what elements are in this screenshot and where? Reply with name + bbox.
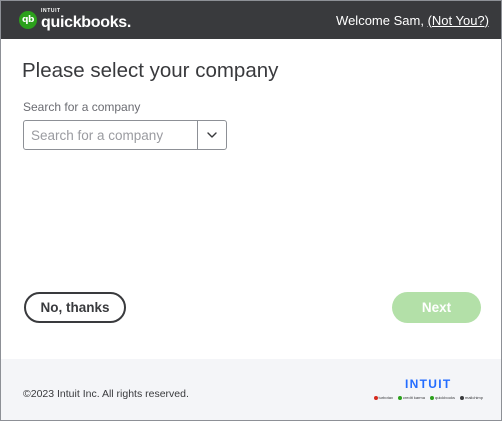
dropdown-toggle-button[interactable] [197,121,226,149]
quickbooks-wordmark: INTUIT quickbooks. [41,9,131,31]
page-title: Please select your company [22,59,279,82]
creditkarma-logo: credit karma [397,395,425,400]
page-footer: ©2023 Intuit Inc. All rights reserved. I… [1,359,501,420]
intuit-logo: INTUIT [405,377,452,391]
turbotax-icon [373,395,378,400]
intuit-family-logos: turbotax credit karma quickbooks mailchi… [373,395,483,400]
mailchimp-label: mailchimp [464,395,483,400]
company-select-dialog: qb INTUIT quickbooks. Welcome Sam, (Not … [0,0,502,421]
intuit-brand-block: INTUIT turbotax credit karma quickbooks … [373,377,483,400]
quickbooks-icon [429,395,434,400]
company-search-input[interactable] [24,121,197,149]
quickbooks-label: quickbooks [434,395,455,400]
mailchimp-icon [459,395,464,400]
no-thanks-button[interactable]: No, thanks [24,292,126,323]
copyright-text: ©2023 Intuit Inc. All rights reserved. [23,388,189,400]
welcome-text: Welcome Sam, [336,12,428,28]
creditkarma-label: credit karma [402,395,425,400]
company-search-combobox[interactable] [23,120,227,150]
quickbooks-badge-icon: qb [19,11,37,29]
chevron-down-icon [207,132,217,138]
creditkarma-icon [397,395,402,400]
search-label: Search for a company [23,100,141,114]
app-header: qb INTUIT quickbooks. Welcome Sam, (Not … [1,1,501,39]
logo-quickbooks-text: quickbooks. [41,14,132,31]
mailchimp-logo: mailchimp [459,395,483,400]
not-you-link[interactable]: (Not You?) [428,13,489,28]
turbotax-logo: turbotax [373,395,393,400]
next-button[interactable]: Next [392,292,481,323]
quickbooks-small-logo: quickbooks [429,395,455,400]
quickbooks-logo: qb INTUIT quickbooks. [19,9,131,31]
turbotax-label: turbotax [378,395,393,400]
welcome-message: Welcome Sam, (Not You?) [336,13,489,28]
